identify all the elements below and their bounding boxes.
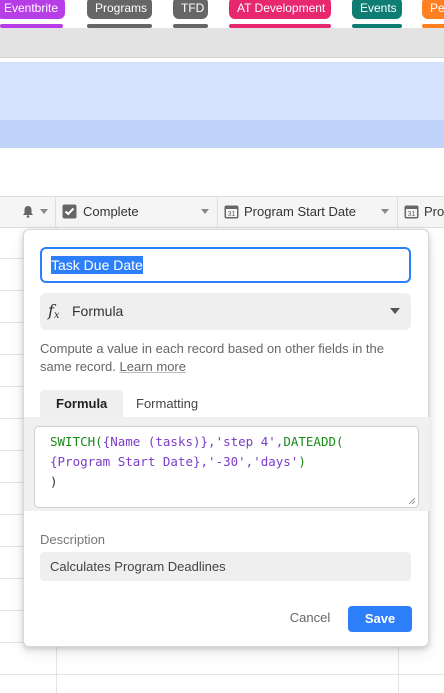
- field-name-text: Task Due Date: [51, 256, 143, 274]
- column-label: Complete: [83, 204, 139, 219]
- grid-row-line: [0, 290, 24, 291]
- grid-row-line: [0, 258, 24, 259]
- column-label: Program Start Date: [244, 204, 356, 219]
- grid-row-line: [0, 450, 24, 451]
- formula-token: {Program Start Date}: [50, 454, 201, 469]
- field-type-label: Formula: [72, 303, 124, 319]
- grid-row-line: [0, 642, 24, 643]
- tag-per[interactable]: Per: [422, 0, 444, 19]
- tab-bar: Formula Formatting: [40, 390, 415, 417]
- column-header-notify[interactable]: [0, 197, 56, 227]
- tag-bar: Eventbrite Programs TFD AT Development E…: [0, 0, 444, 28]
- calendar-icon: 31: [224, 205, 239, 219]
- grid-row-line: [0, 546, 24, 547]
- svg-text:31: 31: [228, 211, 236, 218]
- grid-row-line: [0, 322, 24, 323]
- tag-programs[interactable]: Programs: [87, 0, 152, 19]
- description-input[interactable]: Calculates Program Deadlines: [40, 552, 411, 581]
- formula-icon: fx: [48, 301, 60, 321]
- chevron-down-icon[interactable]: [40, 209, 48, 214]
- grid-row-line: [0, 354, 24, 355]
- banner-footer: [0, 120, 444, 148]
- grid-row-line: [0, 578, 24, 579]
- resize-handle-icon[interactable]: [408, 497, 416, 505]
- tag-label: TFD: [181, 1, 205, 15]
- formula-token: ,'step 4',: [208, 434, 284, 449]
- column-header-partial[interactable]: 31 Pro: [398, 197, 444, 227]
- formula-token: DATEADD(: [283, 434, 344, 449]
- chevron-down-icon[interactable]: [201, 209, 209, 214]
- field-type-description: Compute a value in each record based on …: [40, 340, 400, 376]
- table-header-row: Complete 31 Program Start Date 31 Pro: [0, 196, 444, 228]
- grid-row-line: [0, 482, 24, 483]
- checkbox-icon: [62, 204, 77, 219]
- tag-label: Programs: [95, 1, 148, 15]
- bell-icon: [23, 206, 33, 218]
- tab-formula[interactable]: Formula: [40, 390, 124, 417]
- column-header-complete[interactable]: Complete: [56, 197, 218, 227]
- calendar-icon: 31: [404, 205, 419, 219]
- tag-label: Events: [360, 1, 397, 15]
- svg-text:31: 31: [408, 211, 416, 218]
- formula-token: SWITCH(: [50, 434, 103, 449]
- formula-token: ): [50, 474, 58, 489]
- tag-eventbrite[interactable]: Eventbrite: [0, 0, 65, 19]
- chevron-down-icon[interactable]: [381, 209, 389, 214]
- field-name-input[interactable]: Task Due Date: [40, 247, 411, 283]
- description-label: Description: [40, 532, 106, 547]
- grid-row-line: [0, 514, 24, 515]
- formula-editor[interactable]: SWITCH({Name (tasks)},'step 4',DATEADD( …: [34, 426, 419, 508]
- grid-row-line: [0, 610, 24, 611]
- formula-token: ,'-30','days': [200, 454, 299, 469]
- field-type-description-text: Compute a value in each record based on …: [40, 341, 384, 374]
- tag-tfd[interactable]: TFD: [173, 0, 208, 19]
- column-header-program-start-date[interactable]: 31 Program Start Date: [218, 197, 398, 227]
- field-config-dialog: Task Due Date fx Formula Compute a value…: [23, 229, 430, 647]
- tag-label: Eventbrite: [4, 1, 59, 15]
- formula-token: {Name (tasks)}: [102, 434, 209, 449]
- tag-events[interactable]: Events: [352, 0, 402, 19]
- grid-row-line: [0, 674, 444, 675]
- tag-at-development[interactable]: AT Development: [229, 0, 331, 19]
- caret-down-icon: [390, 308, 400, 314]
- toolbar: [0, 28, 444, 58]
- field-type-select[interactable]: fx Formula: [40, 293, 411, 330]
- learn-more-link[interactable]: Learn more: [120, 359, 186, 374]
- column-label: Pro: [424, 204, 444, 219]
- cancel-button[interactable]: Cancel: [286, 605, 334, 631]
- grid-row-line: [0, 386, 24, 387]
- tag-label: Per: [430, 1, 444, 15]
- tag-label: AT Development: [237, 1, 326, 15]
- save-button[interactable]: Save: [348, 606, 412, 632]
- banner: [0, 62, 444, 120]
- tab-formatting[interactable]: Formatting: [120, 390, 214, 417]
- formula-token: ): [298, 454, 306, 469]
- grid-row-line: [0, 418, 24, 419]
